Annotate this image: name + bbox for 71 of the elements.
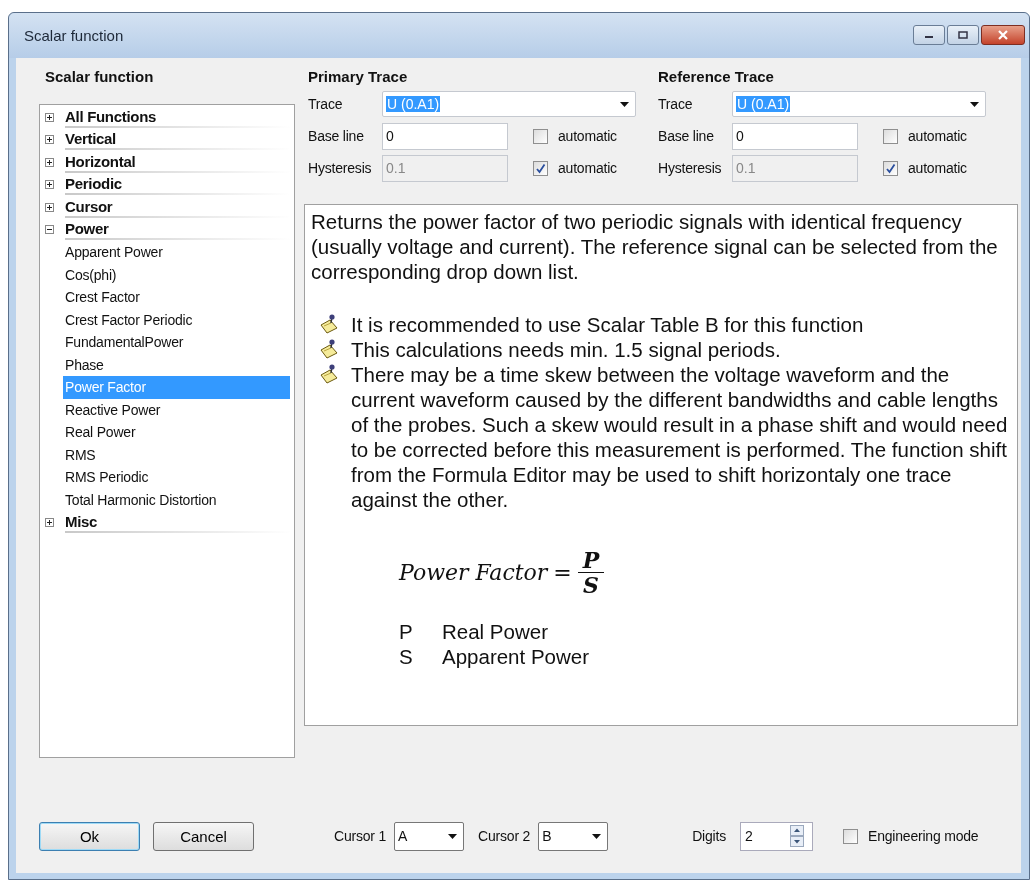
field-label: Cursor 2 xyxy=(478,828,531,844)
tree-item[interactable]: Cos(phi) xyxy=(63,263,290,286)
expand-icon[interactable] xyxy=(45,135,54,145)
expand-icon[interactable] xyxy=(45,517,54,527)
expand-icon[interactable] xyxy=(45,112,54,122)
panel-heading: Scalar function xyxy=(44,67,155,87)
note-text: There may be a time skew between the voltage waveform and the current waveform caused by the different bandwidths and cable lengths of the probes. Such a skew would result in a phase shift and would need to be corrected before this measurement is performed. The function shift from the Formula Editor may be used to shift horizontaly one trace against the other. xyxy=(351,362,1009,512)
close-icon xyxy=(997,30,1009,40)
expand-icon[interactable] xyxy=(45,180,54,190)
checkbox-label: automatic xyxy=(558,160,617,176)
field-label: Cursor 1 xyxy=(334,828,387,844)
tree-item[interactable]: Crest Factor xyxy=(63,286,290,309)
legend-text: Real Power xyxy=(442,619,548,644)
checkbox-label: automatic xyxy=(908,160,967,176)
checkbox[interactable] xyxy=(843,828,858,844)
checkbox[interactable] xyxy=(533,128,548,144)
spinner-arrows-icon[interactable] xyxy=(790,825,804,847)
legend-symbol: S xyxy=(399,644,414,669)
field-label: Digits xyxy=(692,828,726,844)
ok-button[interactable]: Ok xyxy=(39,821,140,851)
tree-item[interactable]: Crest Factor Periodic xyxy=(63,308,290,331)
tree-item[interactable]: FundamentalPower xyxy=(63,331,290,354)
tree-group[interactable]: Periodic xyxy=(65,174,290,196)
legend-symbol: P xyxy=(399,619,414,644)
section-heading: Primary Trace xyxy=(308,67,409,87)
tree-group[interactable]: All Functions xyxy=(65,106,290,128)
tree-item[interactable]: RMS xyxy=(63,443,290,466)
expand-icon[interactable] xyxy=(45,157,54,167)
field-label: Base line xyxy=(308,128,365,144)
minimize-button[interactable] xyxy=(913,25,945,45)
input-field[interactable]: 0 xyxy=(732,122,858,150)
tree-item[interactable]: Real Power xyxy=(63,421,290,444)
input-field[interactable]: 0 xyxy=(382,122,508,150)
tree-group[interactable]: Cursor xyxy=(65,196,290,218)
cursor-dropdown[interactable]: A xyxy=(394,821,465,851)
cancel-button[interactable]: Cancel xyxy=(153,821,254,851)
cursor-dropdown[interactable]: B xyxy=(538,821,609,851)
caret-icon xyxy=(592,833,602,839)
collapse-icon[interactable] xyxy=(45,225,54,235)
caret-icon xyxy=(970,101,979,107)
tree-item[interactable]: RMS Periodic xyxy=(63,466,290,489)
checkbox-label: Engineering mode xyxy=(868,828,979,844)
tree-group[interactable]: Vertical xyxy=(65,129,290,151)
tree-item[interactable]: Phase xyxy=(63,353,290,376)
caret-icon xyxy=(448,833,458,839)
field-label: Hysteresis xyxy=(308,160,373,176)
field-label: Trace xyxy=(658,96,694,112)
tree-item[interactable]: Total Harmonic Distortion xyxy=(63,488,290,511)
checkbox-label: automatic xyxy=(908,128,967,144)
description-text: Returns the power factor of two periodic signals with identical frequency (usually voltage and current). The reference signal can be selected from the corresponding drop down list. xyxy=(311,209,999,284)
close-button[interactable] xyxy=(981,25,1025,45)
digits-spinner[interactable]: 2 xyxy=(740,821,813,851)
field-label: Trace xyxy=(308,96,344,112)
note-text: This calculations needs min. 1.5 signal periods. xyxy=(351,337,781,362)
tree-item[interactable]: Reactive Power xyxy=(63,398,290,421)
tree-group[interactable]: Horizontal xyxy=(65,151,290,173)
field-label: Hysteresis xyxy=(658,160,723,176)
field-label: Base line xyxy=(658,128,715,144)
window-title: Scalar function xyxy=(24,27,124,44)
legend-text: Apparent Power xyxy=(442,644,589,669)
tree-group[interactable]: Misc xyxy=(65,511,290,533)
checkbox[interactable] xyxy=(883,128,898,144)
note-text: It is recommended to use Scalar Table B for this function xyxy=(351,312,864,337)
tree-item[interactable]: Apparent Power xyxy=(63,241,290,264)
tree-group[interactable]: Power xyxy=(65,219,290,241)
maximize-button[interactable] xyxy=(947,25,979,45)
expand-icon[interactable] xyxy=(45,202,54,212)
caret-icon xyxy=(620,101,629,107)
checkbox-label: automatic xyxy=(558,128,617,144)
section-heading: Reference Trace xyxy=(658,67,775,87)
maximize-icon xyxy=(958,31,968,39)
